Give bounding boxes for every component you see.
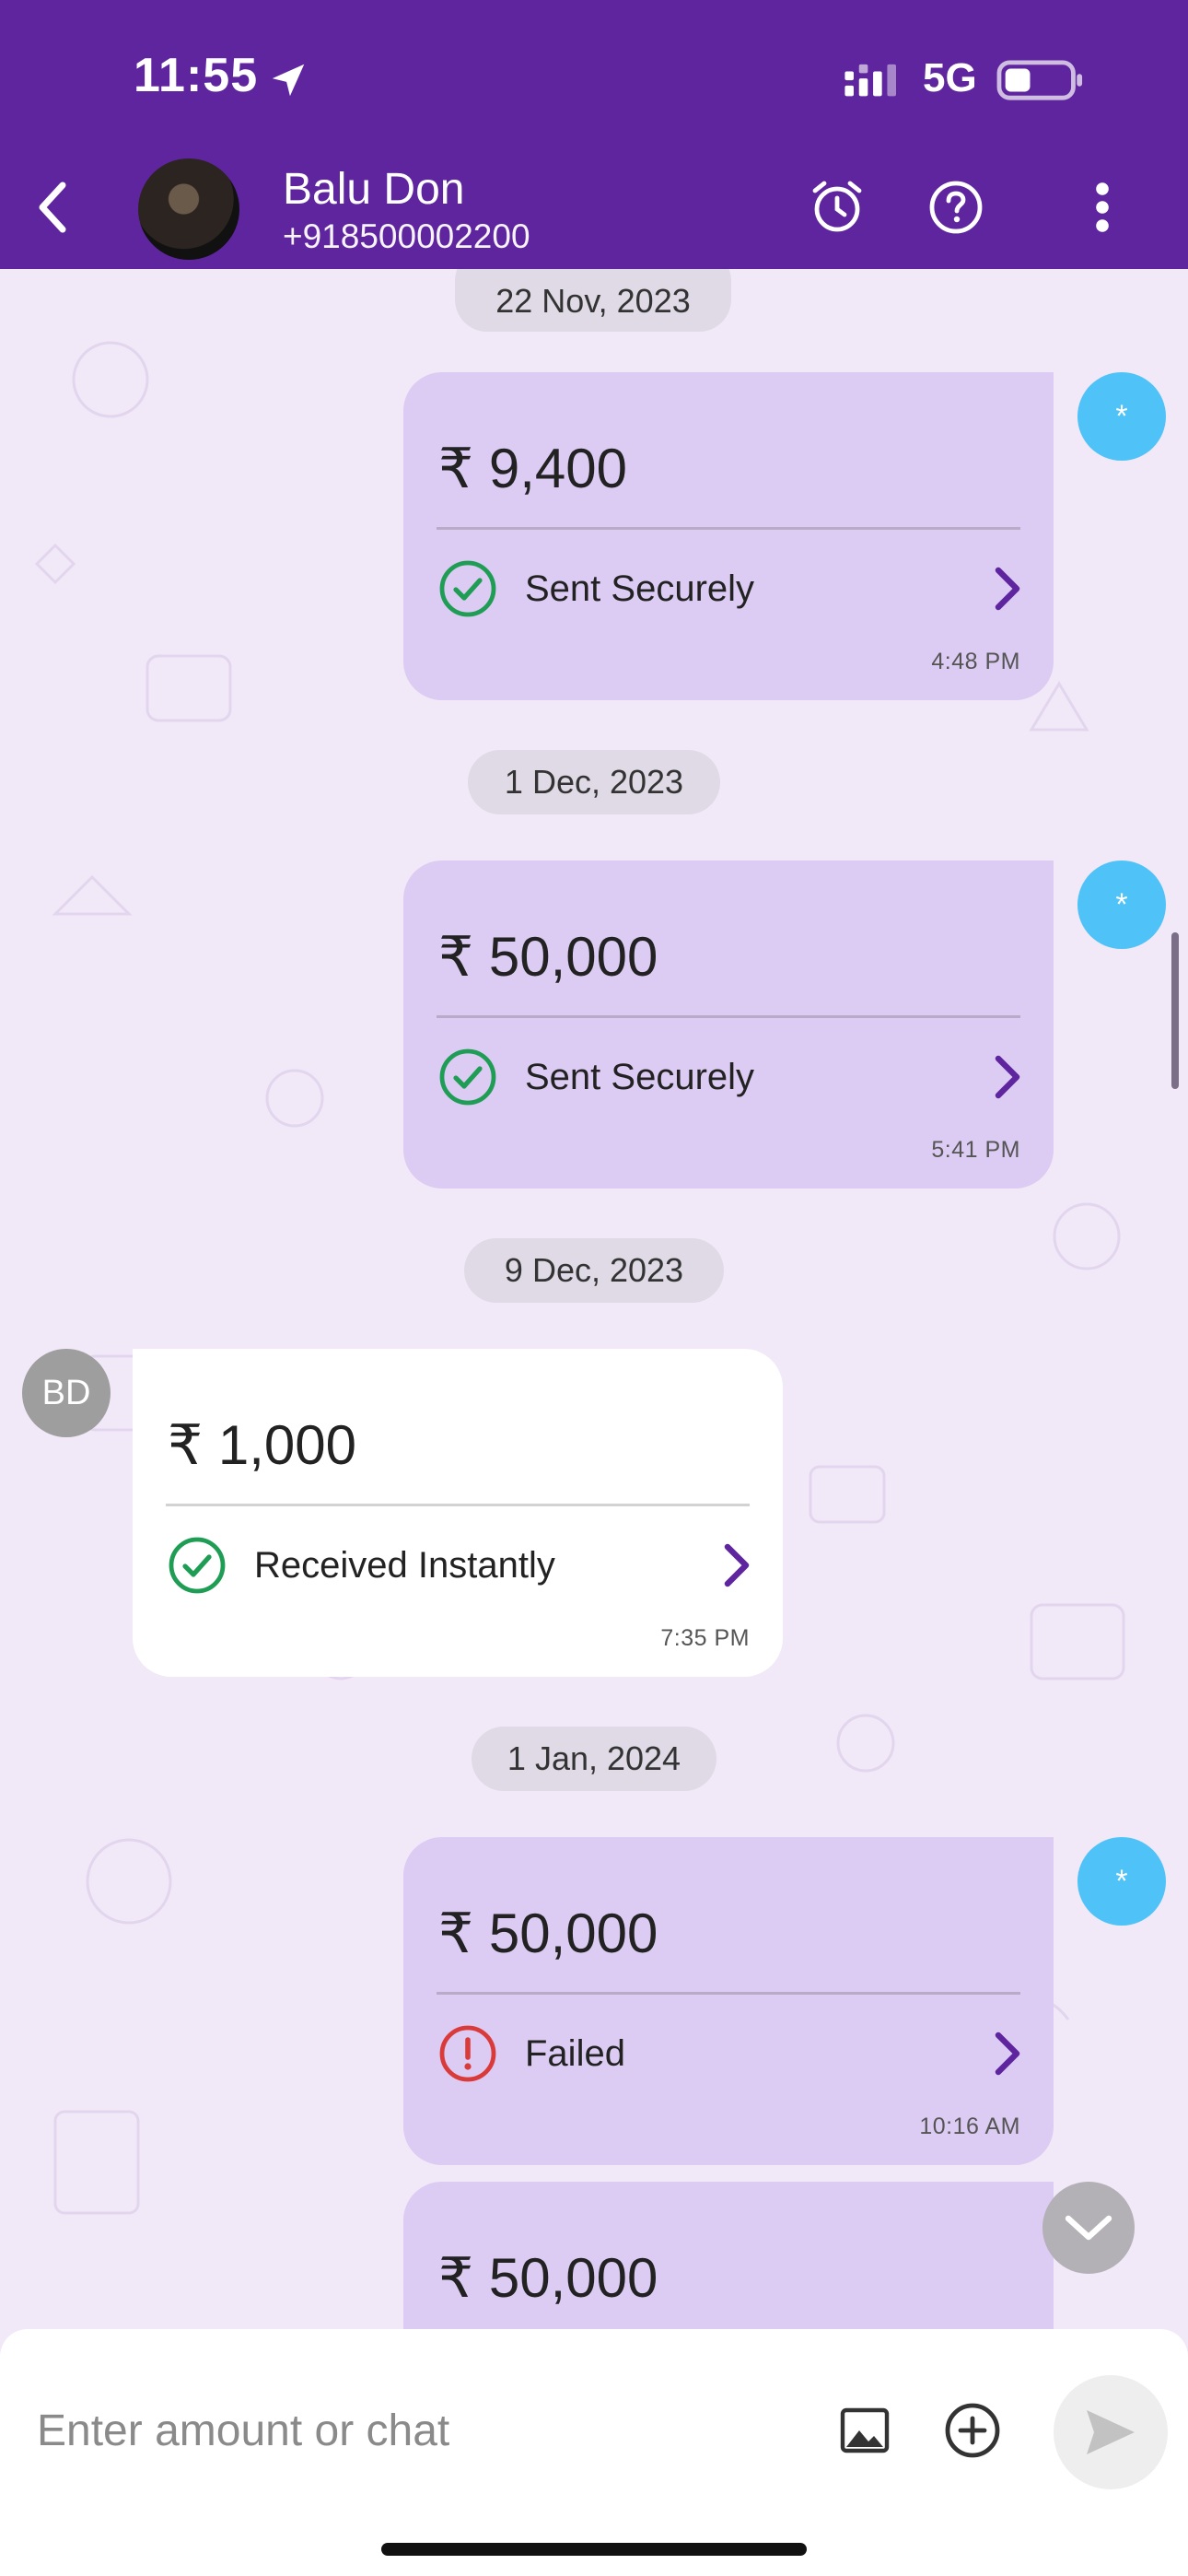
check-circle-icon	[439, 1048, 496, 1106]
payment-status-row[interactable]: Sent Securely	[438, 1045, 1026, 1109]
payment-bubble[interactable]: ₹ 1,000 Received Instantly 7:35 PM	[133, 1349, 783, 1677]
divider	[437, 1015, 1020, 1018]
my-avatar-badge: *	[1077, 372, 1166, 461]
payment-bubble[interactable]: ₹ 9,400 Sent Securely 4:48 PM	[403, 372, 1054, 700]
date-chip: 9 Dec, 2023	[464, 1238, 724, 1303]
app-header: 11:55 5G Balu Don +918500002200	[0, 0, 1188, 269]
payment-status: Sent Securely	[525, 568, 755, 609]
payment-status-row[interactable]: Failed	[438, 2021, 1026, 2086]
chevron-down-icon	[1065, 2215, 1112, 2241]
payment-amount: ₹ 1,000	[168, 1414, 356, 1476]
date-chip-label: 1 Dec, 2023	[504, 763, 684, 801]
payment-status: Received Instantly	[254, 1544, 555, 1586]
chat-area[interactable]: 22 Nov, 2023 ₹ 9,400 Sent Securely 4:48 …	[0, 269, 1188, 2329]
divider	[437, 1992, 1020, 1995]
payment-status-row[interactable]: Received Instantly	[168, 1533, 755, 1598]
add-circle-icon	[945, 2403, 1000, 2458]
chevron-right-icon	[995, 1055, 1020, 1099]
payment-bubble[interactable]: ₹ 50,000 Failed 10:16 AM	[403, 1837, 1054, 2165]
more-options-button[interactable]	[1070, 175, 1135, 240]
image-icon	[840, 2407, 890, 2453]
my-avatar-badge: *	[1077, 1837, 1166, 1926]
my-avatar-badge: *	[1077, 861, 1166, 949]
divider	[166, 1504, 750, 1506]
payment-amount: ₹ 50,000	[438, 2247, 658, 2309]
message-time: 10:16 AM	[919, 2113, 1020, 2139]
status-time: 11:55	[134, 49, 259, 102]
divider	[437, 527, 1020, 530]
send-icon	[1087, 2410, 1135, 2454]
contact-phone: +918500002200	[283, 217, 530, 255]
payment-amount: ₹ 50,000	[438, 926, 658, 988]
home-indicator[interactable]	[381, 2543, 807, 2556]
payment-bubble[interactable]: ₹ 50,000 Sent Securely 5:41 PM	[403, 861, 1054, 1188]
message-time: 7:35 PM	[660, 1625, 750, 1651]
battery-icon	[996, 60, 1083, 100]
contact-avatar[interactable]	[138, 158, 239, 260]
chevron-right-icon	[995, 567, 1020, 611]
add-button[interactable]	[936, 2394, 1009, 2467]
network-type: 5G	[923, 55, 977, 100]
send-button[interactable]	[1054, 2375, 1168, 2489]
help-icon	[929, 181, 983, 234]
contact-name[interactable]: Balu Don	[283, 164, 464, 215]
check-circle-icon	[169, 1537, 226, 1594]
amount-or-chat-input[interactable]	[37, 2375, 792, 2486]
date-chip: 22 Nov, 2023	[455, 269, 731, 332]
chevron-right-icon	[995, 2032, 1020, 2076]
message-time: 4:48 PM	[931, 649, 1020, 674]
payment-status-row[interactable]: Sent Securely	[438, 556, 1026, 621]
chevron-right-icon	[724, 1543, 750, 1587]
reminder-button[interactable]	[805, 175, 869, 240]
back-button[interactable]	[26, 175, 81, 240]
alarm-icon	[812, 181, 862, 232]
payment-amount: ₹ 9,400	[438, 438, 627, 499]
more-vert-icon	[1096, 182, 1109, 232]
payment-amount: ₹ 50,000	[438, 1903, 658, 1964]
payment-status: Failed	[525, 2032, 625, 2074]
date-chip: 1 Jan, 2024	[472, 1727, 716, 1791]
help-button[interactable]	[924, 175, 988, 240]
scrollbar-thumb[interactable]	[1171, 932, 1179, 1089]
check-circle-icon	[439, 560, 496, 617]
payment-status: Sent Securely	[525, 1056, 755, 1097]
attach-image-button[interactable]	[828, 2394, 902, 2467]
message-time: 5:41 PM	[931, 1137, 1020, 1163]
back-arrow-icon	[39, 181, 66, 233]
scroll-to-bottom-button[interactable]	[1042, 2182, 1135, 2274]
payment-bubble[interactable]: ₹ 50,000	[403, 2182, 1054, 2329]
error-circle-icon	[439, 2025, 496, 2082]
signal-icon	[844, 64, 896, 97]
date-chip-label: 1 Jan, 2024	[507, 1739, 681, 1777]
compose-bar	[0, 2329, 1188, 2576]
date-chip: 1 Dec, 2023	[468, 750, 720, 814]
date-chip-label: 22 Nov, 2023	[495, 282, 691, 320]
date-chip-label: 9 Dec, 2023	[504, 1251, 684, 1289]
sender-avatar: BD	[22, 1349, 111, 1437]
location-arrow-icon	[272, 64, 305, 97]
